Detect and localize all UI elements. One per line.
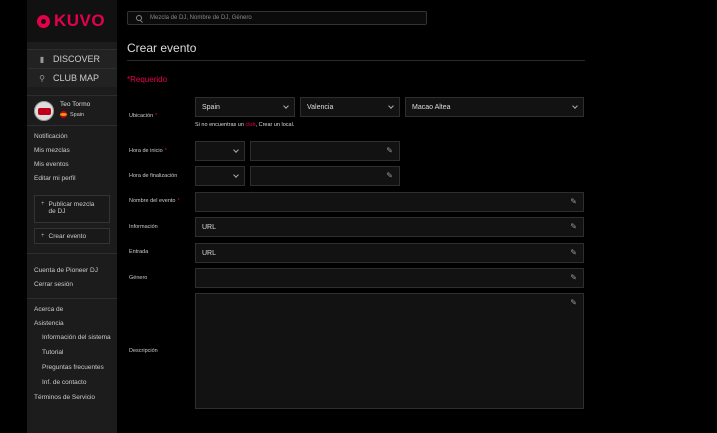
link-assistance[interactable]: Asistencia (27, 317, 117, 331)
required-label: Requerido (130, 75, 168, 84)
description-label: Descripción (129, 348, 158, 354)
city-value: Macao Altea (412, 103, 451, 111)
left-gutter (0, 0, 27, 433)
user-country: Spain (60, 111, 90, 118)
info-label: Información (129, 224, 158, 230)
account-links: Notificación Mis mezclas Mis eventos Edi… (27, 125, 117, 186)
chevron-down-icon (388, 103, 394, 109)
link-pioneer-account[interactable]: Cuenta de Pioneer DJ (27, 264, 117, 278)
search-placeholder: Mezcla de DJ, Nombre de DJ, Género (150, 15, 252, 21)
chevron-down-icon (233, 172, 239, 178)
link-system-info[interactable]: Información del sistema (27, 331, 117, 346)
plus-icon: + (41, 201, 45, 207)
end-time-label: Hora de finalización (129, 173, 177, 179)
pencil-icon: ✎ (386, 171, 393, 180)
club-link[interactable]: club (245, 122, 255, 128)
start-date-input[interactable]: ✎ (250, 141, 400, 161)
title-divider (127, 60, 585, 61)
genre-input[interactable]: ✎ (195, 268, 584, 288)
nav-discover[interactable]: ▮ DISCOVER (27, 49, 117, 68)
event-name-input[interactable]: ✎ (195, 192, 584, 212)
pencil-icon: ✎ (386, 146, 393, 155)
country-value: Spain (202, 103, 220, 111)
create-event-label: Crear evento (48, 233, 87, 240)
location-label: Ubicación * (129, 113, 158, 119)
chevron-down-icon (233, 147, 239, 153)
event-name-label: Nombre del evento * (129, 198, 180, 204)
pencil-icon: ✎ (570, 298, 577, 307)
location-label-text: Ubicación (129, 113, 154, 119)
link-tutorial[interactable]: Tutorial (27, 346, 117, 361)
avatar (34, 101, 54, 121)
page-title: Crear evento (127, 41, 197, 55)
pencil-icon: ✎ (570, 197, 577, 206)
note-prefix: Si no encuentras un (195, 122, 246, 128)
spain-flag-icon (60, 111, 67, 118)
required-legend: *Requerido (127, 75, 168, 84)
chevron-down-icon (572, 103, 578, 109)
link-faq[interactable]: Preguntas frecuentes (27, 361, 117, 376)
event-name-label-text: Nombre del evento (129, 198, 176, 204)
link-contact[interactable]: Inf. de contacto (27, 376, 117, 391)
sidebar: KUVO ▮ DISCOVER ⚲ CLUB MAP Teo Tormo Spa… (27, 0, 117, 433)
start-time-label-text: Hora de inicio (129, 148, 163, 154)
pencil-icon: ✎ (570, 273, 577, 282)
nav-club-map[interactable]: ⚲ CLUB MAP (27, 68, 117, 87)
plus-icon: + (41, 233, 45, 239)
nav-club-map-label: CLUB MAP (53, 73, 100, 83)
link-my-events[interactable]: Mis eventos (27, 158, 117, 172)
user-country-label: Spain (70, 111, 85, 118)
create-event-button[interactable]: + Crear evento (34, 228, 110, 244)
pencil-icon: ✎ (570, 248, 577, 257)
entry-label: Entrada (129, 249, 149, 255)
user-name: Teo Tormo (60, 101, 91, 108)
entry-url-placeholder: URL (202, 249, 217, 257)
end-time-select[interactable] (195, 166, 245, 186)
chevron-down-icon (283, 103, 289, 109)
link-terms[interactable]: Términos de Servicio (27, 391, 117, 405)
logo-text: KUVO (54, 11, 106, 30)
link-notifications[interactable]: Notificación (27, 130, 117, 144)
user-profile[interactable]: Teo Tormo Spain (27, 95, 117, 125)
end-time-label-text: Hora de finalización (129, 173, 178, 179)
link-logout[interactable]: Cerrar sesión (27, 278, 117, 292)
country-select[interactable]: Spain (195, 97, 295, 117)
club-note: Si no encuentras un club, Crear un local… (195, 122, 294, 128)
map-pin-icon: ⚲ (39, 73, 45, 83)
publish-mix-button[interactable]: + Publicar mezcla de DJ (34, 195, 110, 223)
start-time-label: Hora de inicio * (129, 148, 167, 154)
link-about[interactable]: Acerca de (27, 303, 117, 317)
end-date-input[interactable]: ✎ (250, 166, 400, 186)
link-edit-profile[interactable]: Editar mi perfil (27, 172, 117, 186)
kuvo-logo-icon (37, 14, 50, 28)
description-textarea[interactable]: ✎ (195, 293, 584, 409)
publish-mix-label: Publicar mezcla de DJ (48, 201, 95, 215)
pencil-icon: ✎ (570, 222, 577, 231)
search-icon (136, 15, 142, 21)
city-select[interactable]: Macao Altea (405, 97, 584, 117)
building-icon: ▮ (39, 54, 45, 64)
entry-url-input[interactable]: URL ✎ (195, 243, 584, 263)
logo[interactable]: KUVO (27, 0, 117, 42)
search-input[interactable]: Mezcla de DJ, Nombre de DJ, Género (127, 11, 427, 25)
start-time-select[interactable] (195, 141, 245, 161)
nav-discover-label: DISCOVER (53, 54, 101, 64)
info-url-placeholder: URL (202, 223, 217, 231)
genre-label: Género (129, 275, 148, 281)
region-select[interactable]: Valencia (300, 97, 400, 117)
region-value: Valencia (307, 103, 334, 111)
note-suffix: , Crear un local. (255, 122, 295, 128)
link-my-mixes[interactable]: Mis mezclas (27, 144, 117, 158)
info-url-input[interactable]: URL ✎ (195, 217, 584, 237)
